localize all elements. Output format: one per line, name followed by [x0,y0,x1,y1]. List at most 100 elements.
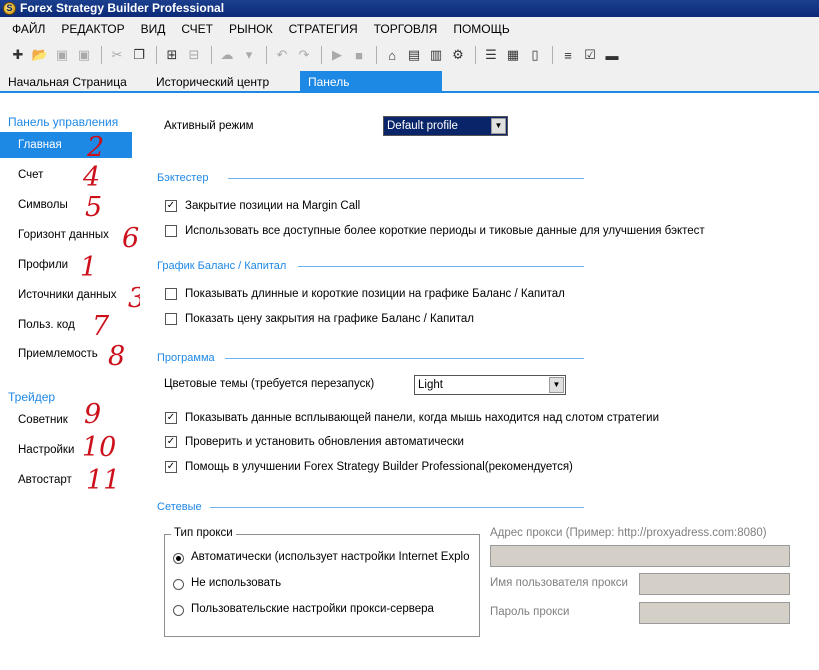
cut-icon[interactable]: ✂ [107,44,127,66]
briefcase-icon[interactable]: ▬ [602,44,622,66]
proxy-type-groupbox: Тип прокси Автоматически (использует нас… [164,527,480,637]
proxy-auto-radio[interactable] [173,553,184,564]
import-icon[interactable]: ⊞ [162,44,182,66]
section-network-title: Сетевые [157,501,202,513]
gear-icon[interactable]: ⚙ [448,44,468,66]
sidebar-item-account[interactable]: Счет [0,162,132,188]
menu-market[interactable]: РЫНОК [221,17,281,41]
menu-account[interactable]: СЧЕТ [173,17,221,41]
stop-icon[interactable]: ■ [349,44,369,66]
section-program-title: Программа [157,352,215,364]
section-balance-chart: График Баланс / Капитал [157,260,286,272]
section-divider [225,358,584,359]
toolbar-separator [321,46,322,64]
theme-select[interactable]: Light ▼ [414,375,566,395]
generator-icon[interactable]: ☁ [217,44,237,66]
document-icon[interactable]: ▯ [525,44,545,66]
sidebar-item-symbols[interactable]: Символы [0,192,132,218]
long-short-checkbox[interactable] [165,288,177,300]
help-improve-checkbox[interactable]: ✓ [165,461,177,473]
redo-icon[interactable]: ↷ [294,44,314,66]
chevron-down-icon[interactable]: ▾ [239,44,259,66]
sidebar-item-profiles[interactable]: Профили [0,252,132,278]
new-strategy-icon[interactable]: ✚ [8,44,28,66]
proxy-user-label: Имя пользователя прокси [490,577,628,589]
copy-icon[interactable]: ❐ [129,44,149,66]
proxy-address-label: Адрес прокси (Пример: http://proxyadress… [490,527,767,539]
toolbar-separator [376,46,377,64]
data-icon[interactable]: ▥ [426,44,446,66]
report-icon[interactable]: ▦ [503,44,523,66]
annotation-number: 7 [92,311,110,342]
section-network: Сетевые [157,501,202,513]
margin-call-checkbox[interactable]: ✓ [165,200,177,212]
sidebar-item-data-horizon[interactable]: Горизонт данных [0,222,132,248]
toolbar: ✚ 📂 ▣ ▣ ✂ ❐ ⊞ ⊟ ☁ ▾ ↶ ↷ ▶ ■ ⌂ ▤ ▥ ⚙ ☰ ▦ … [0,41,819,69]
undo-icon[interactable]: ↶ [272,44,292,66]
home-icon[interactable]: ⌂ [382,44,402,66]
window-title: Forex Strategy Builder Professional [20,1,225,15]
check-updates-label: Проверить и установить обновления автома… [185,436,464,448]
shorter-periods-checkbox[interactable] [165,225,177,237]
active-mode-select[interactable]: Default profile ▼ [383,116,508,136]
sidebar-item-advisor[interactable]: Советник [0,407,132,433]
tab-history-center[interactable]: Исторический центр [148,71,277,93]
proxy-address-input[interactable] [490,545,790,567]
bars-icon[interactable]: ≡ [558,44,578,66]
annotation-number: 4 [83,162,101,193]
toolbar-separator [475,46,476,64]
chevron-down-icon[interactable]: ▼ [491,118,506,134]
annotation-number: 5 [85,192,103,223]
play-icon[interactable]: ▶ [327,44,347,66]
sidebar: Панель управления Главная Счет Символы Г… [0,95,142,670]
menu-strategy[interactable]: СТРАТЕГИЯ [281,17,366,41]
history-center-icon[interactable]: ▤ [404,44,424,66]
margin-call-label: Закрытие позиции на Margin Call [185,200,361,212]
menu-file[interactable]: ФАЙЛ [4,17,53,41]
proxy-none-label: Не использовать [191,577,282,589]
section-program: Программа [157,352,215,364]
tab-home[interactable]: Начальная Страница [0,71,135,93]
active-mode-label: Активный режим [164,120,254,132]
popup-data-checkbox[interactable]: ✓ [165,412,177,424]
close-price-checkbox[interactable] [165,313,177,325]
shorter-periods-label: Использовать все доступные более коротки… [185,225,705,237]
menu-editor[interactable]: РЕДАКТОР [53,17,132,41]
sidebar-item-main[interactable]: Главная [0,132,142,158]
save-icon[interactable]: ▣ [52,44,72,66]
proxy-none-radio[interactable] [173,579,184,590]
open-folder-icon[interactable]: 📂 [30,44,50,66]
annotation-number: 2 [87,132,105,163]
close-price-label: Показать цену закрытия на графике Баланс… [185,313,474,325]
chevron-down-icon[interactable]: ▼ [549,377,564,393]
section-backtester: Бэктестер [157,172,208,184]
tab-control-panel[interactable]: Панель управления✕ [300,71,442,111]
annotation-number: 6 [122,223,140,254]
menu-bar: ФАЙЛ РЕДАКТОР ВИД СЧЕТ РЫНОК СТРАТЕГИЯ Т… [0,17,819,41]
annotation-number: 8 [108,341,126,372]
check-updates-checkbox[interactable]: ✓ [165,436,177,448]
section-divider [298,266,584,267]
sidebar-group-trader: Трейдер [8,390,56,404]
proxy-password-input[interactable] [639,602,790,624]
toolbar-separator [156,46,157,64]
sidebar-item-custom-code[interactable]: Польз. код [0,312,132,338]
export-icon[interactable]: ⊟ [184,44,204,66]
tab-strip: Начальная Страница Исторический центр Па… [0,69,819,111]
menu-view[interactable]: ВИД [133,17,174,41]
save-as-icon[interactable]: ▣ [74,44,94,66]
long-short-label: Показывать длинные и короткие позиции на… [185,288,565,300]
list-icon[interactable]: ☰ [481,44,501,66]
menu-trading[interactable]: ТОРГОВЛЯ [366,17,446,41]
toolbar-separator [211,46,212,64]
theme-value: Light [418,379,443,391]
toolbar-separator [266,46,267,64]
proxy-auto-label: Автоматически (использует настройки Inte… [191,551,470,563]
help-improve-label: Помощь в улучшении Forex Strategy Builde… [185,461,573,473]
checklist-icon[interactable]: ☑ [580,44,600,66]
proxy-user-input[interactable] [639,573,790,595]
menu-help[interactable]: ПОМОЩЬ [445,17,517,41]
proxy-custom-radio[interactable] [173,605,184,616]
proxy-type-title: Тип прокси [171,527,236,539]
sidebar-item-data-sources[interactable]: Источники данных [0,282,132,308]
